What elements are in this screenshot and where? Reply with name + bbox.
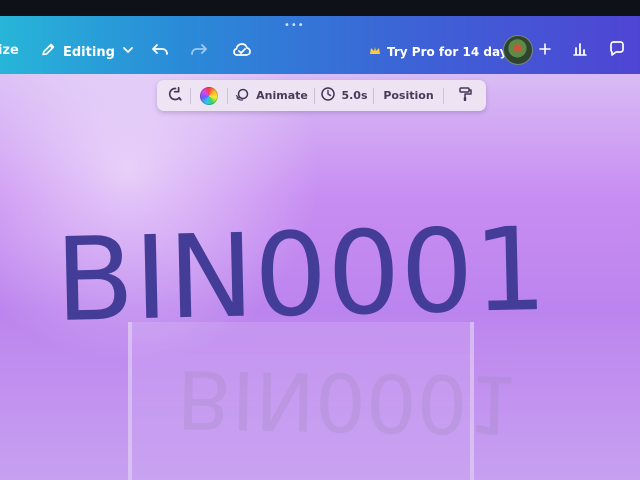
try-pro-label: Try Pro for 14 days (387, 45, 515, 59)
canvas-text-reflection: BIN0001 (175, 352, 520, 451)
save-status-button[interactable] (230, 40, 254, 64)
plus-icon (538, 41, 552, 60)
canvas-text[interactable]: BIN0001 (54, 203, 548, 348)
element-toolbar: Animate 5.0s Position (157, 80, 486, 111)
cloud-check-icon (231, 40, 253, 64)
copy-style-button[interactable] (444, 80, 485, 111)
replace-button[interactable] (157, 80, 190, 111)
pencil-icon (40, 42, 56, 62)
animate-icon (234, 86, 250, 105)
chevron-down-icon (122, 44, 134, 60)
top-header: ••• ize Editing Try Pro for 14 days (0, 16, 640, 74)
analytics-icon (571, 40, 589, 62)
add-collaborator-button[interactable] (533, 38, 557, 62)
duration-label: 5.0s (341, 89, 368, 102)
avatar[interactable] (503, 35, 533, 65)
color-button[interactable] (191, 80, 227, 111)
redo-icon (189, 40, 209, 64)
crown-icon (369, 45, 381, 60)
comment-icon (607, 39, 627, 63)
replace-shape-icon (165, 85, 183, 106)
design-canvas[interactable]: Animate 5.0s Position BIN0001 BIN0001 (0, 74, 640, 480)
duration-button[interactable]: 5.0s (315, 80, 373, 111)
animate-label: Animate (256, 89, 308, 102)
redo-button[interactable] (187, 40, 211, 64)
clock-icon (320, 86, 336, 105)
editing-mode-label: Editing (63, 44, 115, 60)
animate-button[interactable]: Animate (228, 80, 314, 111)
position-label: Position (383, 89, 434, 102)
position-button[interactable]: Position (374, 80, 443, 111)
try-pro-button[interactable]: Try Pro for 14 days (369, 40, 515, 64)
resize-menu-partial[interactable]: ize (0, 43, 19, 58)
paint-roller-icon (456, 85, 474, 106)
undo-button[interactable] (148, 40, 172, 64)
drag-handle-icon[interactable]: ••• (284, 20, 305, 31)
insights-button[interactable] (568, 39, 592, 63)
color-wheel-icon (200, 86, 218, 105)
comments-button[interactable] (605, 39, 629, 63)
undo-icon (150, 40, 170, 64)
editing-mode-button[interactable]: Editing (40, 40, 134, 64)
